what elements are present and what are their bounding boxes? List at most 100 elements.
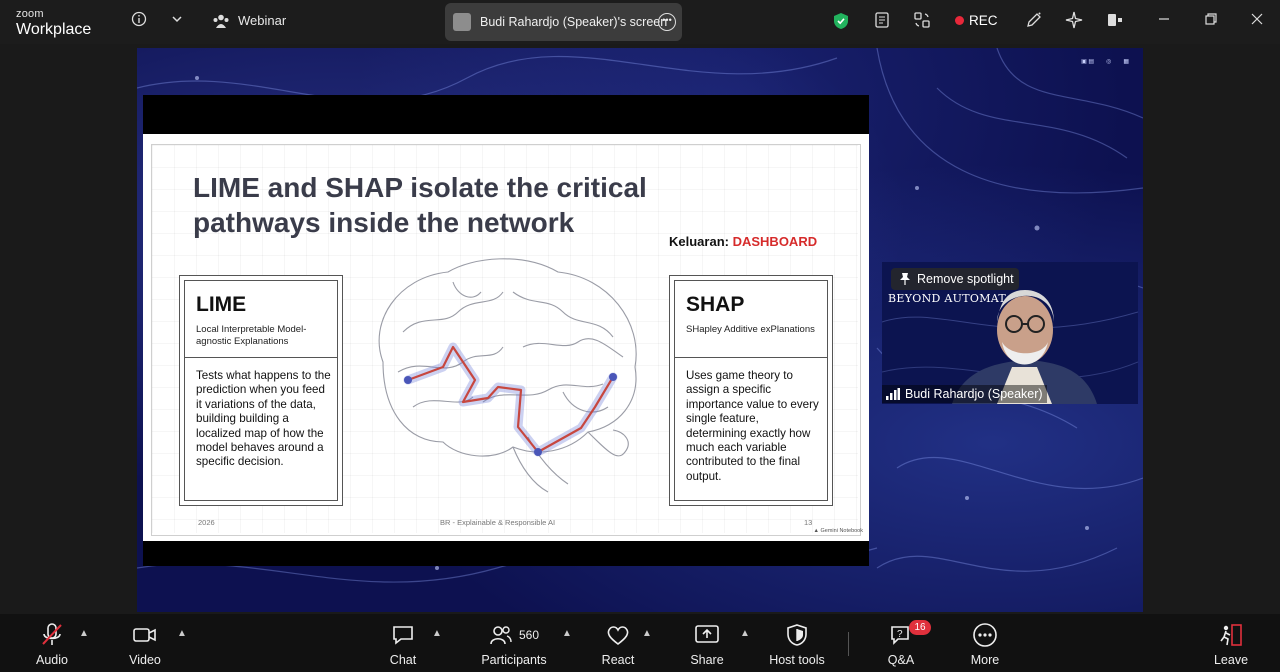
shared-screen-label: Budi Rahardjo (Speaker)'s screen	[480, 15, 668, 29]
shap-card: SHAP SHapley Additive exPlanations Uses …	[669, 275, 833, 506]
slide-credit-label: Gemini Notebook	[820, 528, 864, 534]
leave-door-icon	[1210, 622, 1252, 648]
participants-icon-row: 560	[478, 622, 550, 648]
slide-title: LIME and SHAP isolate the critical pathw…	[193, 172, 647, 238]
event-logos: ▣ ▤ ◎ ▦	[1081, 58, 1129, 65]
signal-strength-icon	[886, 388, 900, 400]
notebook-icon: ▲	[813, 528, 819, 534]
lime-card-header: LIME Local Interpretable Model-agnostic …	[185, 281, 337, 358]
logo: ▣ ▤	[1081, 59, 1095, 65]
audio-label: Audio	[36, 653, 68, 667]
shap-card-header: SHAP SHapley Additive exPlanations	[675, 281, 827, 358]
more-button[interactable]: More	[964, 614, 1006, 672]
rec-label: REC	[969, 13, 998, 28]
minimize-icon[interactable]	[1157, 12, 1171, 31]
toolbar-divider	[848, 632, 849, 656]
event-banner-text: BEYOND AUTOMAT	[888, 292, 1007, 305]
keluaran-label: Keluaran:	[669, 234, 729, 249]
shap-card-inner: SHAP SHapley Additive exPlanations Uses …	[674, 280, 828, 501]
keluaran-label-row: Keluaran: DASHBOARD	[669, 234, 817, 249]
close-icon[interactable]	[1250, 12, 1264, 31]
remove-spotlight-label: Remove spotlight	[917, 272, 1014, 286]
lime-card-inner: LIME Local Interpretable Model-agnostic …	[184, 280, 338, 501]
host-tools-label: Host tools	[769, 653, 825, 667]
view-switch-icon[interactable]	[913, 11, 931, 33]
webinar-indicator: Webinar	[212, 13, 286, 28]
participants-icon	[490, 626, 512, 645]
slide-footer-title: BR - Explainable & Responsible AI	[440, 518, 556, 527]
svg-text:?: ?	[897, 629, 903, 640]
muted-microphone-icon	[26, 622, 78, 648]
chat-label: Chat	[389, 653, 417, 667]
speaker-name-label: Budi Rahardjo (Speaker)	[882, 385, 1047, 403]
brand-big: Workplace	[16, 21, 92, 38]
shared-screen-pill[interactable]: Budi Rahardjo (Speaker)'s screen •••	[445, 3, 682, 41]
side-panel-icon[interactable]	[1106, 11, 1124, 33]
shap-body: Uses game theory to assign a specific im…	[686, 369, 819, 483]
participants-button[interactable]: 560 Participants	[478, 614, 550, 672]
more-dots-icon	[964, 622, 1006, 648]
share-button[interactable]: Share	[686, 614, 728, 672]
more-label: More	[970, 653, 1000, 667]
speaker-name: Budi Rahardjo (Speaker)	[905, 387, 1043, 401]
presentation-slide-container: LIME and SHAP isolate the critical pathw…	[143, 95, 869, 566]
people-icon	[213, 14, 229, 28]
video-button[interactable]: Video	[119, 614, 171, 672]
share-screen-icon	[686, 622, 728, 648]
zoom-workplace-logo: zoom Workplace	[16, 9, 91, 38]
encryption-shield-icon[interactable]	[833, 12, 849, 30]
host-shield-icon	[764, 622, 830, 648]
lime-card: LIME Local Interpretable Model-agnostic …	[179, 275, 343, 506]
react-button[interactable]: React	[596, 614, 640, 672]
react-options-chevron-icon[interactable]: ▲	[642, 628, 652, 639]
share-label: Share	[690, 653, 724, 667]
audio-button[interactable]: Audio	[26, 614, 78, 672]
pin-icon	[900, 273, 910, 285]
heart-icon	[596, 622, 640, 648]
brain-illustration	[378, 258, 637, 493]
presentation-slide: LIME and SHAP isolate the critical pathw…	[143, 134, 869, 541]
more-options-icon[interactable]: •••	[658, 13, 676, 31]
leave-label: Leave	[1213, 653, 1249, 667]
shap-subtitle: SHapley Additive exPlanations	[686, 324, 815, 335]
annotate-icon[interactable]	[1025, 11, 1043, 33]
lime-title: LIME	[196, 293, 247, 316]
leave-button[interactable]: Leave	[1210, 614, 1252, 672]
logo: ▦	[1123, 59, 1129, 65]
ai-companion-icon[interactable]	[1065, 11, 1083, 33]
qa-label: Q&A	[887, 653, 915, 667]
recording-indicator[interactable]: REC	[955, 13, 998, 28]
react-label: React	[601, 653, 635, 667]
chat-bubble-icon	[380, 622, 426, 648]
camera-icon	[119, 622, 171, 648]
chat-options-chevron-icon[interactable]: ▲	[432, 628, 442, 639]
lime-subtitle: Local Interpretable Model-agnostic Expla…	[196, 324, 307, 347]
slide-page-number: 13	[804, 518, 813, 527]
title-bar: zoom Workplace Webinar Budi Rahardjo (Sp…	[0, 0, 1280, 44]
avatar	[453, 13, 471, 31]
chat-button[interactable]: Chat	[380, 614, 426, 672]
webinar-label: Webinar	[238, 13, 287, 28]
share-options-chevron-icon[interactable]: ▲	[740, 628, 750, 639]
chevron-down-icon[interactable]	[171, 11, 183, 31]
restore-icon[interactable]	[1204, 12, 1218, 31]
remove-spotlight-button[interactable]: Remove spotlight	[891, 268, 1019, 290]
video-options-chevron-icon[interactable]: ▲	[177, 628, 187, 639]
host-tools-button[interactable]: Host tools	[764, 614, 830, 672]
captions-icon[interactable]	[874, 11, 892, 33]
participants-count: 560	[518, 628, 540, 642]
audio-options-chevron-icon[interactable]: ▲	[79, 628, 89, 639]
slide-footer-year: 2026	[198, 518, 215, 527]
keluaran-value: DASHBOARD	[732, 234, 818, 249]
participants-options-chevron-icon[interactable]: ▲	[562, 628, 572, 639]
record-dot-icon	[955, 16, 964, 25]
video-label: Video	[129, 653, 161, 667]
brand-small: zoom	[16, 8, 44, 20]
info-icon[interactable]	[131, 11, 147, 31]
shap-title: SHAP	[686, 293, 745, 316]
lime-body: Tests what happens to the prediction whe…	[196, 369, 331, 469]
qa-count-badge: 16	[909, 620, 931, 635]
slide-credit: ▲ Gemini Notebook	[814, 528, 863, 534]
participants-label: Participants	[481, 653, 547, 667]
meeting-toolbar: Audio ▲ Video ▲ Chat ▲ 560 Participants …	[0, 614, 1280, 672]
